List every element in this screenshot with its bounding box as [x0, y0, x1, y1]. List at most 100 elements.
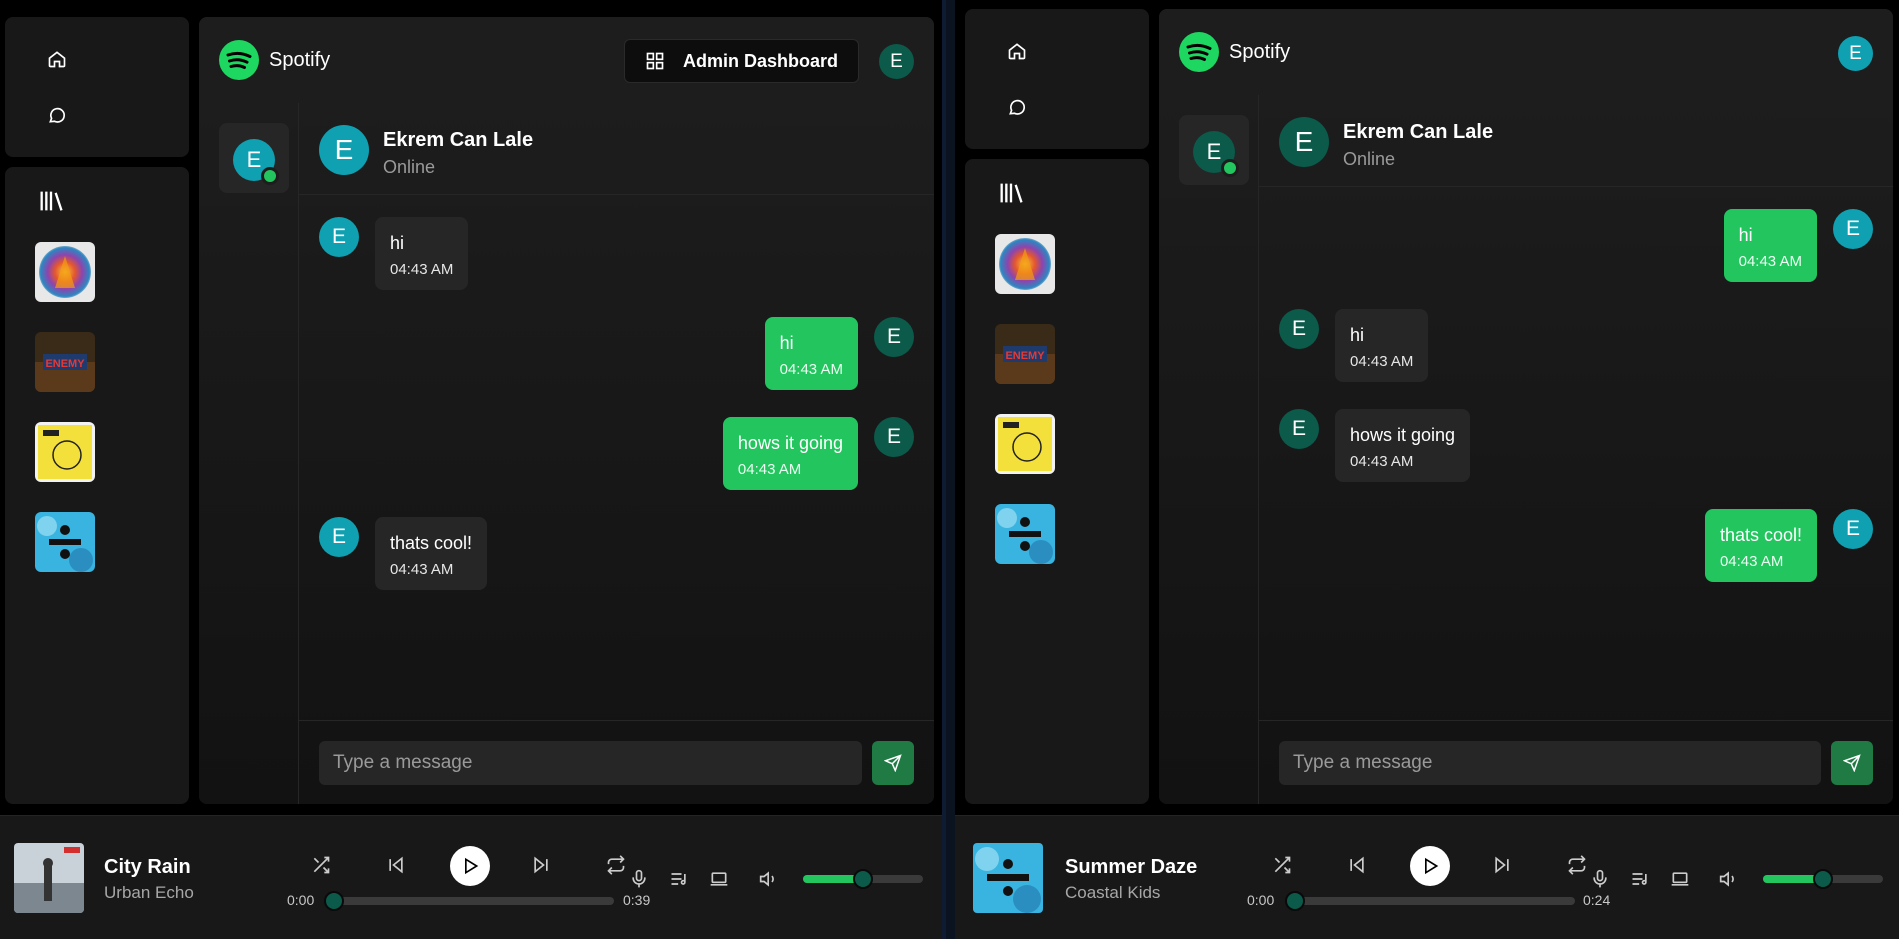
svg-text:ENEMY: ENEMY [45, 358, 85, 370]
album-cover-3[interactable] [995, 414, 1055, 474]
message-bubble: hi 04:43 AM [764, 317, 858, 390]
home-icon[interactable] [43, 45, 71, 73]
message-avatar: E [1833, 209, 1873, 249]
main-panel: Spotify Admin Dashboard E E E Ekrem Can … [199, 17, 934, 804]
message-input[interactable] [319, 741, 862, 785]
progress-knob[interactable] [1285, 891, 1305, 911]
message-bubble: thats cool! 04:43 AM [1704, 509, 1817, 582]
message-bubble: hi 04:43 AM [1723, 209, 1817, 282]
chat-area: E E Ekrem Can Lale Online E hi 04:43 AM … [1159, 95, 1893, 804]
previous-icon[interactable] [383, 852, 409, 878]
next-icon[interactable] [1489, 852, 1515, 878]
progress-bar[interactable] [330, 897, 614, 905]
spotify-logo-icon [219, 40, 259, 80]
message-item: E hi 04:43 AM [764, 317, 914, 390]
current-time: 0:00 [1247, 892, 1275, 908]
users-list: E [199, 103, 299, 804]
progress-bar[interactable] [1291, 897, 1575, 905]
volume-knob[interactable] [853, 869, 873, 889]
message-input[interactable] [1279, 741, 1821, 785]
chat-header-avatar: E [319, 125, 369, 175]
album-cover-2[interactable]: ENEMY [35, 332, 95, 392]
play-button[interactable] [1410, 846, 1450, 886]
message-avatar: E [1833, 509, 1873, 549]
volume-icon[interactable] [756, 866, 782, 892]
message-item: E hi 04:43 AM [319, 217, 469, 290]
users-list: E [1159, 95, 1259, 804]
album-cover-4[interactable] [995, 504, 1055, 564]
send-icon [1843, 754, 1861, 772]
album-cover-1[interactable] [35, 242, 95, 302]
album-cover-1[interactable] [995, 234, 1055, 294]
chat-icon[interactable] [1003, 93, 1031, 121]
message-time: 04:43 AM [779, 361, 843, 378]
contact-name: Ekrem Can Lale [383, 129, 534, 151]
contact-name: Ekrem Can Lale [1343, 121, 1494, 143]
dashboard-icon [646, 52, 664, 70]
volume-icon[interactable] [1716, 866, 1742, 892]
track-title[interactable]: City Rain [104, 856, 191, 879]
left-window: ENEMY Spotify Admin Dashboard E E E Ekre… [0, 0, 946, 939]
shuffle-icon[interactable] [308, 852, 334, 878]
home-icon[interactable] [1003, 37, 1031, 65]
previous-icon[interactable] [1344, 852, 1370, 878]
now-playing-cover[interactable] [973, 843, 1043, 913]
main-panel: Spotify E E E Ekrem Can Lale Online E hi… [1159, 9, 1893, 804]
user-list-item[interactable]: E [219, 123, 289, 193]
track-title[interactable]: Summer Daze [1065, 856, 1197, 879]
message-time: 04:43 AM [1719, 553, 1784, 570]
queue-icon[interactable] [666, 866, 692, 892]
album-cover-2[interactable]: ENEMY [995, 324, 1055, 384]
send-icon [884, 754, 902, 772]
message-text: hi [1350, 325, 1365, 345]
message-text: hi [1738, 225, 1753, 245]
user-avatar[interactable]: E [1838, 36, 1873, 71]
svg-text:ENEMY: ENEMY [1005, 350, 1045, 362]
user-list-item[interactable]: E [1179, 115, 1249, 185]
album-cover-3[interactable] [35, 422, 95, 482]
brand-name: Spotify [1229, 40, 1291, 63]
microphone-icon[interactable] [1587, 866, 1613, 892]
contact-avatar: E [1193, 131, 1239, 177]
library-panel: ENEMY [965, 159, 1149, 804]
brand[interactable]: Spotify [1179, 32, 1290, 72]
library-icon[interactable] [997, 179, 1025, 207]
device-icon[interactable] [706, 866, 732, 892]
album-cover-4[interactable] [35, 512, 95, 572]
message-input-row [299, 720, 934, 804]
progress-knob[interactable] [324, 891, 344, 911]
shuffle-icon[interactable] [1269, 852, 1295, 878]
message-item: E thats cool! 04:43 AM [1704, 509, 1873, 582]
message-time: 04:43 AM [1738, 253, 1802, 270]
play-icon [465, 857, 479, 875]
message-avatar: E [319, 517, 359, 557]
device-icon[interactable] [1667, 866, 1693, 892]
play-button[interactable] [450, 846, 490, 886]
top-bar: Spotify E [1159, 9, 1893, 95]
chat-area: E E Ekrem Can Lale Online E hi 04:43 AM … [199, 103, 934, 804]
play-icon [1425, 857, 1439, 875]
message-avatar: E [1279, 309, 1319, 349]
admin-dashboard-button[interactable]: Admin Dashboard [623, 39, 859, 83]
chat-icon[interactable] [43, 101, 71, 129]
microphone-icon[interactable] [626, 866, 652, 892]
volume-knob[interactable] [1813, 869, 1833, 889]
track-artist[interactable]: Urban Echo [104, 883, 194, 903]
user-avatar[interactable]: E [879, 44, 914, 79]
track-artist[interactable]: Coastal Kids [1065, 883, 1160, 903]
library-icon[interactable] [37, 187, 65, 215]
queue-icon[interactable] [1627, 866, 1653, 892]
next-icon[interactable] [528, 852, 554, 878]
message-text: thats cool! [1719, 525, 1802, 545]
now-playing-cover[interactable] [14, 843, 84, 913]
message-bubble: hows it going 04:43 AM [1335, 409, 1471, 482]
playback-bar: Summer Daze Coastal Kids 0:00 0:24 [955, 815, 1899, 939]
contact-status: Online [383, 157, 436, 177]
message-avatar: E [874, 417, 914, 457]
total-time: 0:24 [1583, 892, 1611, 908]
admin-dashboard-label: Admin Dashboard [682, 50, 838, 71]
brand[interactable]: Spotify [219, 40, 330, 80]
send-button[interactable] [1831, 741, 1873, 785]
send-button[interactable] [872, 741, 914, 785]
playback-bar: City Rain Urban Echo 0:00 0:39 [0, 815, 942, 939]
